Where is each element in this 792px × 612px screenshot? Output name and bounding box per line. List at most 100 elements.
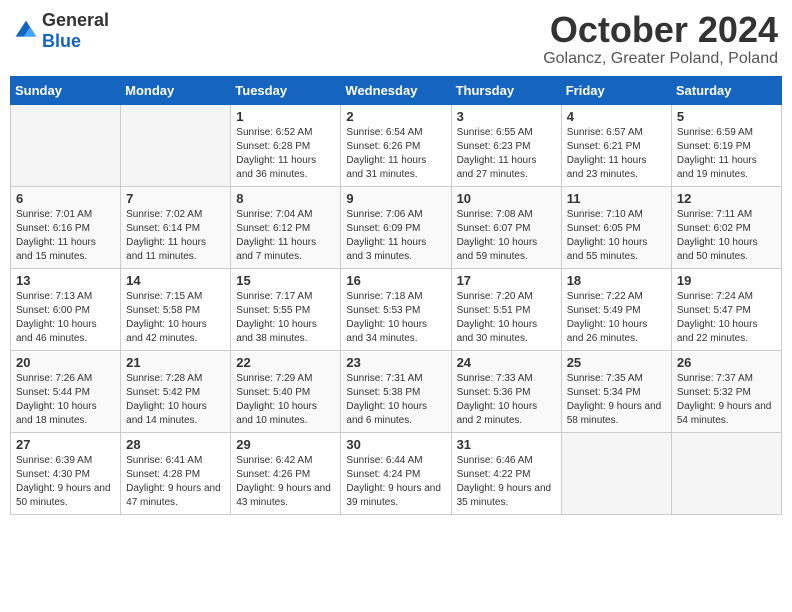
day-number: 25 xyxy=(567,355,666,370)
day-info: Sunrise: 6:44 AMSunset: 4:24 PMDaylight:… xyxy=(346,454,445,510)
calendar-cell: 22 Sunrise: 7:29 AMSunset: 5:40 PMDayligh… xyxy=(231,350,341,432)
day-info: Sunrise: 7:17 AMSunset: 5:55 PMDaylight:… xyxy=(236,290,335,346)
day-info: Sunrise: 7:31 AMSunset: 5:38 PMDaylight:… xyxy=(346,372,445,428)
day-number: 30 xyxy=(346,437,445,452)
calendar-cell: 12 Sunrise: 7:11 AMSunset: 6:02 PMDayligh… xyxy=(671,186,781,268)
calendar-cell: 16 Sunrise: 7:18 AMSunset: 5:53 PMDayligh… xyxy=(341,268,451,350)
calendar-cell: 30 Sunrise: 6:44 AMSunset: 4:24 PMDayligh… xyxy=(341,432,451,514)
day-info: Sunrise: 7:04 AMSunset: 6:12 PMDaylight:… xyxy=(236,208,335,264)
calendar-table: SundayMondayTuesdayWednesdayThursdayFrid… xyxy=(10,76,782,515)
calendar-cell: 20 Sunrise: 7:26 AMSunset: 5:44 PMDayligh… xyxy=(11,350,121,432)
calendar-week-row: 20 Sunrise: 7:26 AMSunset: 5:44 PMDayligh… xyxy=(11,350,782,432)
calendar-cell: 10 Sunrise: 7:08 AMSunset: 6:07 PMDayligh… xyxy=(451,186,561,268)
calendar-cell: 2 Sunrise: 6:54 AMSunset: 6:26 PMDaylight… xyxy=(341,104,451,186)
weekday-header: Friday xyxy=(561,76,671,104)
day-info: Sunrise: 7:13 AMSunset: 6:00 PMDaylight:… xyxy=(16,290,115,346)
day-info: Sunrise: 7:08 AMSunset: 6:07 PMDaylight:… xyxy=(457,208,556,264)
calendar-cell: 4Sunrise: 6:57 AMSunset: 6:21 PMDaylight… xyxy=(561,104,671,186)
day-info: Sunrise: 6:59 AMSunset: 6:19 PMDaylight:… xyxy=(677,126,776,182)
day-number: 21 xyxy=(126,355,225,370)
day-info: Sunrise: 7:35 AMSunset: 5:34 PMDaylight:… xyxy=(567,372,666,428)
day-number: 5 xyxy=(677,109,776,124)
day-number: 12 xyxy=(677,191,776,206)
day-info: Sunrise: 6:54 AMSunset: 6:26 PMDaylight:… xyxy=(346,126,445,182)
day-info: Sunrise: 7:06 AMSunset: 6:09 PMDaylight:… xyxy=(346,208,445,264)
calendar-week-row: 27Sunrise: 6:39 AMSunset: 4:30 PMDayligh… xyxy=(11,432,782,514)
calendar-cell: 19Sunrise: 7:24 AMSunset: 5:47 PMDayligh… xyxy=(671,268,781,350)
weekday-header: Monday xyxy=(121,76,231,104)
day-number: 7 xyxy=(126,191,225,206)
day-number: 11 xyxy=(567,191,666,206)
weekday-header: Wednesday xyxy=(341,76,451,104)
calendar-cell: 23 Sunrise: 7:31 AMSunset: 5:38 PMDayligh… xyxy=(341,350,451,432)
day-number: 13 xyxy=(16,273,115,288)
day-number: 17 xyxy=(457,273,556,288)
day-number: 19 xyxy=(677,273,776,288)
day-info: Sunrise: 7:02 AMSunset: 6:14 PMDaylight:… xyxy=(126,208,225,264)
calendar-cell: 29 Sunrise: 6:42 AMSunset: 4:26 PMDayligh… xyxy=(231,432,341,514)
logo-icon xyxy=(14,19,38,43)
calendar-cell xyxy=(561,432,671,514)
day-info: Sunrise: 7:10 AMSunset: 6:05 PMDaylight:… xyxy=(567,208,666,264)
day-number: 29 xyxy=(236,437,335,452)
day-number: 3 xyxy=(457,109,556,124)
weekday-header: Tuesday xyxy=(231,76,341,104)
day-number: 18 xyxy=(567,273,666,288)
day-info: Sunrise: 7:33 AMSunset: 5:36 PMDaylight:… xyxy=(457,372,556,428)
day-info: Sunrise: 7:18 AMSunset: 5:53 PMDaylight:… xyxy=(346,290,445,346)
day-number: 22 xyxy=(236,355,335,370)
day-info: Sunrise: 7:28 AMSunset: 5:42 PMDaylight:… xyxy=(126,372,225,428)
calendar-cell: 11 Sunrise: 7:10 AMSunset: 6:05 PMDayligh… xyxy=(561,186,671,268)
day-number: 20 xyxy=(16,355,115,370)
day-number: 10 xyxy=(457,191,556,206)
day-number: 16 xyxy=(346,273,445,288)
calendar-cell: 25 Sunrise: 7:35 AMSunset: 5:34 PMDayligh… xyxy=(561,350,671,432)
day-info: Sunrise: 6:52 AMSunset: 6:28 PMDaylight:… xyxy=(236,126,335,182)
weekday-header: Thursday xyxy=(451,76,561,104)
day-info: Sunrise: 7:20 AMSunset: 5:51 PMDaylight:… xyxy=(457,290,556,346)
calendar-week-row: 6 Sunrise: 7:01 AMSunset: 6:16 PMDaylight… xyxy=(11,186,782,268)
calendar-cell: 31 Sunrise: 6:46 AMSunset: 4:22 PMDayligh… xyxy=(451,432,561,514)
day-info: Sunrise: 6:39 AMSunset: 4:30 PMDaylight:… xyxy=(16,454,115,510)
calendar-cell: 26Sunrise: 7:37 AMSunset: 5:32 PMDayligh… xyxy=(671,350,781,432)
calendar-cell: 24Sunrise: 7:33 AMSunset: 5:36 PMDayligh… xyxy=(451,350,561,432)
day-number: 23 xyxy=(346,355,445,370)
calendar-cell: 3 Sunrise: 6:55 AMSunset: 6:23 PMDaylight… xyxy=(451,104,561,186)
calendar-cell: 15 Sunrise: 7:17 AMSunset: 5:55 PMDayligh… xyxy=(231,268,341,350)
calendar-cell: 1 Sunrise: 6:52 AMSunset: 6:28 PMDaylight… xyxy=(231,104,341,186)
day-number: 2 xyxy=(346,109,445,124)
weekday-header: Sunday xyxy=(11,76,121,104)
day-number: 8 xyxy=(236,191,335,206)
calendar-cell: 21 Sunrise: 7:28 AMSunset: 5:42 PMDayligh… xyxy=(121,350,231,432)
day-info: Sunrise: 6:42 AMSunset: 4:26 PMDaylight:… xyxy=(236,454,335,510)
day-number: 31 xyxy=(457,437,556,452)
calendar-cell: 27Sunrise: 6:39 AMSunset: 4:30 PMDayligh… xyxy=(11,432,121,514)
calendar-cell: 6 Sunrise: 7:01 AMSunset: 6:16 PMDaylight… xyxy=(11,186,121,268)
day-info: Sunrise: 7:26 AMSunset: 5:44 PMDaylight:… xyxy=(16,372,115,428)
calendar-week-row: 13 Sunrise: 7:13 AMSunset: 6:00 PMDayligh… xyxy=(11,268,782,350)
day-number: 1 xyxy=(236,109,335,124)
logo-general-text: General xyxy=(42,10,109,30)
day-info: Sunrise: 7:01 AMSunset: 6:16 PMDaylight:… xyxy=(16,208,115,264)
logo: General Blue xyxy=(14,10,109,52)
logo-blue-text: Blue xyxy=(42,31,81,51)
month-title: October 2024 xyxy=(543,10,778,50)
day-number: 15 xyxy=(236,273,335,288)
day-number: 4 xyxy=(567,109,666,124)
calendar-cell xyxy=(121,104,231,186)
calendar-cell: 18 Sunrise: 7:22 AMSunset: 5:49 PMDayligh… xyxy=(561,268,671,350)
day-info: Sunrise: 7:29 AMSunset: 5:40 PMDaylight:… xyxy=(236,372,335,428)
day-info: Sunrise: 6:46 AMSunset: 4:22 PMDaylight:… xyxy=(457,454,556,510)
day-info: Sunrise: 6:55 AMSunset: 6:23 PMDaylight:… xyxy=(457,126,556,182)
day-info: Sunrise: 7:22 AMSunset: 5:49 PMDaylight:… xyxy=(567,290,666,346)
calendar-week-row: 1 Sunrise: 6:52 AMSunset: 6:28 PMDaylight… xyxy=(11,104,782,186)
page-header: General Blue October 2024 Golancz, Great… xyxy=(10,10,782,68)
day-number: 6 xyxy=(16,191,115,206)
day-number: 14 xyxy=(126,273,225,288)
weekday-header: Saturday xyxy=(671,76,781,104)
day-number: 28 xyxy=(126,437,225,452)
title-block: October 2024 Golancz, Greater Poland, Po… xyxy=(543,10,778,68)
day-info: Sunrise: 7:11 AMSunset: 6:02 PMDaylight:… xyxy=(677,208,776,264)
calendar-cell: 14Sunrise: 7:15 AMSunset: 5:58 PMDayligh… xyxy=(121,268,231,350)
calendar-cell xyxy=(671,432,781,514)
